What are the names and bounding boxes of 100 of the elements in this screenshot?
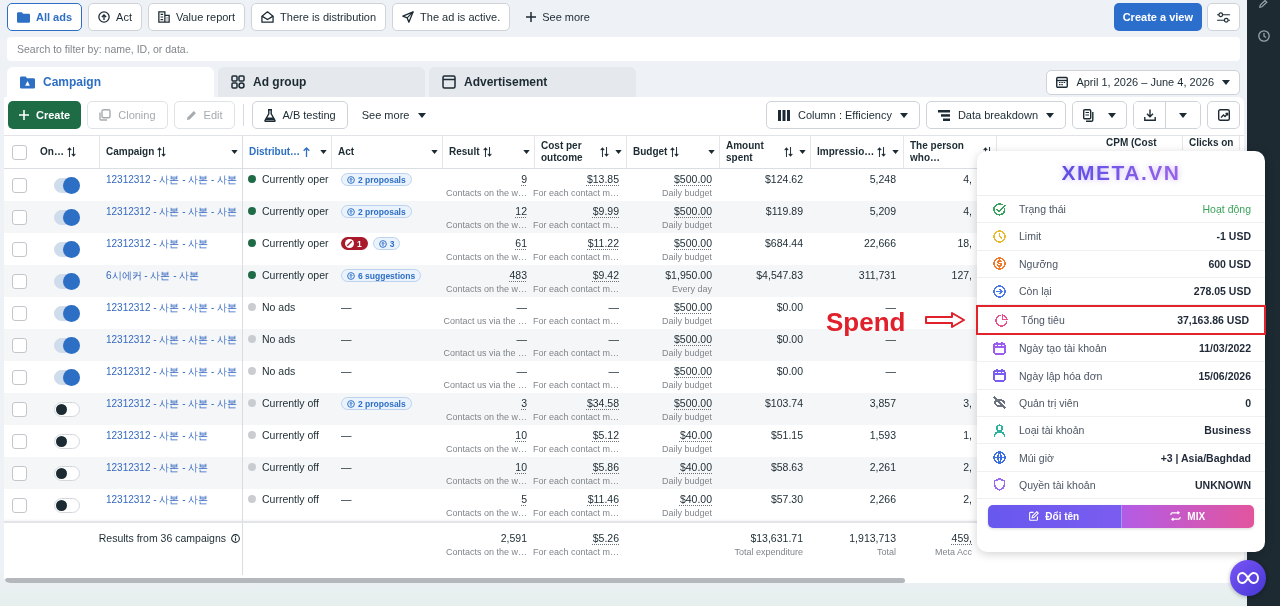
toggle-switch[interactable] — [54, 305, 80, 321]
arrow-up-circle-icon — [347, 399, 355, 408]
arrow-up-circle-icon — [98, 11, 111, 23]
plus-icon — [19, 110, 29, 120]
campaign-link[interactable]: 12312312 - 사본 - 사본 — [106, 494, 209, 505]
level-tab[interactable]: Advertisement — [429, 67, 636, 97]
filter-chip[interactable]: Value report — [148, 3, 246, 31]
toggle-switch[interactable] — [54, 433, 80, 449]
toggle-switch[interactable] — [54, 241, 80, 257]
row-checkbox[interactable] — [11, 401, 27, 417]
amount-spent-value: $684.44 — [765, 237, 803, 249]
breakdown-dropdown[interactable]: Data breakdown — [925, 101, 1066, 129]
view-settings-button[interactable] — [1207, 3, 1240, 31]
date-range-picker[interactable]: April 1, 2026 – June 4, 2026 — [1046, 69, 1240, 95]
campaign-link[interactable]: 12312312 - 사본 - 사본 — [106, 430, 209, 441]
campaign-link[interactable]: 12312312 - 사본 - 사본 - 사본 — [106, 302, 238, 313]
recommendation-badge[interactable]: 2 proposals — [341, 173, 412, 186]
see-more-dropdown[interactable]: See more — [357, 102, 431, 128]
filter-chip[interactable]: The ad is active. — [392, 3, 511, 31]
info-icon — [231, 534, 240, 543]
amount-spent-value: $57.30 — [770, 493, 803, 505]
search-field[interactable]: Search to filter by: name, ID, or data. — [7, 37, 1240, 61]
toggle-switch[interactable] — [54, 337, 80, 353]
reports-dropdown[interactable] — [1072, 101, 1127, 129]
create-button[interactable]: Create — [8, 101, 82, 129]
budget-value: $500.00 — [674, 301, 712, 313]
error-badge[interactable]: 1 — [341, 237, 368, 250]
empty-value: — — [341, 493, 352, 505]
recommendation-badge[interactable]: 2 proposals — [341, 205, 412, 218]
total-impressions: 1,913,713 — [849, 532, 896, 544]
field-label: Ngày tạo tài khoản — [1019, 342, 1107, 355]
row-checkbox[interactable] — [11, 337, 27, 353]
amount-spent-value: $4,547.83 — [756, 269, 803, 281]
select-all-checkbox[interactable] — [11, 144, 27, 160]
chart-view-button[interactable] — [1207, 101, 1240, 129]
see-more-button[interactable]: See more — [522, 4, 594, 30]
toggle-switch[interactable] — [54, 465, 80, 481]
pencil-icon — [185, 109, 197, 121]
budget-value: $500.00 — [674, 397, 712, 409]
level-tab[interactable]: Campaign — [7, 67, 214, 97]
row-checkbox[interactable] — [11, 497, 27, 513]
rename-button[interactable]: Đổi tên — [988, 504, 1122, 528]
impressions-value: — — [885, 365, 896, 377]
campaign-link[interactable]: 12312312 - 사본 - 사본 - 사본 — [106, 366, 238, 377]
budget-value: $1,950.00 — [665, 269, 712, 281]
toggle-switch[interactable] — [54, 369, 80, 385]
row-checkbox[interactable] — [11, 273, 27, 289]
repeat-icon — [1170, 511, 1182, 522]
recommendation-badge[interactable]: 2 proposals — [341, 397, 412, 410]
filter-chip[interactable]: There is distribution — [251, 3, 387, 31]
toolbar-button[interactable]: A/B testing — [251, 101, 348, 129]
create-view-button[interactable]: Create a view — [1113, 3, 1202, 31]
toggle-switch[interactable] — [54, 209, 80, 225]
result-type: Contacts on the w… — [445, 546, 527, 558]
row-checkbox[interactable] — [11, 433, 27, 449]
campaign-link[interactable]: 12312312 - 사본 - 사본 - 사본 — [106, 398, 238, 409]
field-value: 37,163.86 USD — [1177, 314, 1249, 327]
cost-type: For each contact m… — [532, 411, 619, 423]
mix-button[interactable]: MIX — [1121, 504, 1254, 528]
budget-type: Daily budget — [661, 347, 712, 359]
level-tab[interactable]: Ad group — [218, 67, 425, 97]
caret-icon — [615, 150, 622, 154]
row-checkbox[interactable] — [11, 209, 27, 225]
toggle-switch[interactable] — [54, 177, 80, 193]
paper-plane-icon — [402, 11, 415, 23]
cost-value: $11.22 — [587, 237, 619, 249]
campaign-link[interactable]: 12312312 - 사본 - 사본 - 사본 — [106, 206, 238, 217]
toggle-switch[interactable] — [54, 497, 80, 513]
campaign-link[interactable]: 12312312 - 사본 - 사본 — [106, 462, 209, 473]
row-checkbox[interactable] — [11, 465, 27, 481]
field-value: 600 USD — [1208, 257, 1251, 270]
recommendation-badge[interactable]: 6 suggestions — [341, 269, 422, 282]
result-value: — — [516, 301, 527, 313]
horizontal-scrollbar[interactable] — [5, 577, 905, 583]
download-button[interactable] — [1134, 102, 1166, 128]
campaign-link[interactable]: 12312312 - 사본 - 사본 - 사본 — [106, 334, 238, 345]
sort-ascending-icon — [303, 147, 311, 157]
toggle-switch[interactable] — [54, 401, 80, 417]
recommendation-badge[interactable]: 3 — [372, 237, 401, 250]
total-result: 2,591 — [500, 532, 527, 544]
folder-icon — [17, 11, 30, 23]
budget-type: Daily budget — [661, 251, 712, 263]
row-checkbox[interactable] — [11, 369, 27, 385]
delivery-status: No ads — [262, 365, 296, 377]
row-checkbox[interactable] — [11, 177, 27, 193]
amount-spent-value: $0.00 — [776, 365, 803, 377]
campaign-link[interactable]: 12312312 - 사본 - 사본 — [106, 238, 209, 249]
filter-chip[interactable]: All ads — [7, 3, 83, 31]
result-value: — — [516, 365, 527, 377]
row-checkbox[interactable] — [11, 305, 27, 321]
toggle-switch[interactable] — [54, 273, 80, 289]
budget-value: $500.00 — [674, 237, 712, 249]
columns-dropdown[interactable]: Column : Efficiency — [765, 101, 920, 129]
campaign-link[interactable]: 12312312 - 사본 - 사본 - 사본 — [106, 174, 238, 185]
window-icon — [442, 75, 456, 89]
campaign-link[interactable]: 6시에커 - 사본 - 사본 — [106, 270, 200, 281]
row-checkbox[interactable] — [11, 241, 27, 257]
pencil-icon[interactable] — [1258, 0, 1269, 8]
clock-icon[interactable] — [1257, 30, 1270, 42]
filter-chip[interactable]: Act — [88, 3, 142, 31]
